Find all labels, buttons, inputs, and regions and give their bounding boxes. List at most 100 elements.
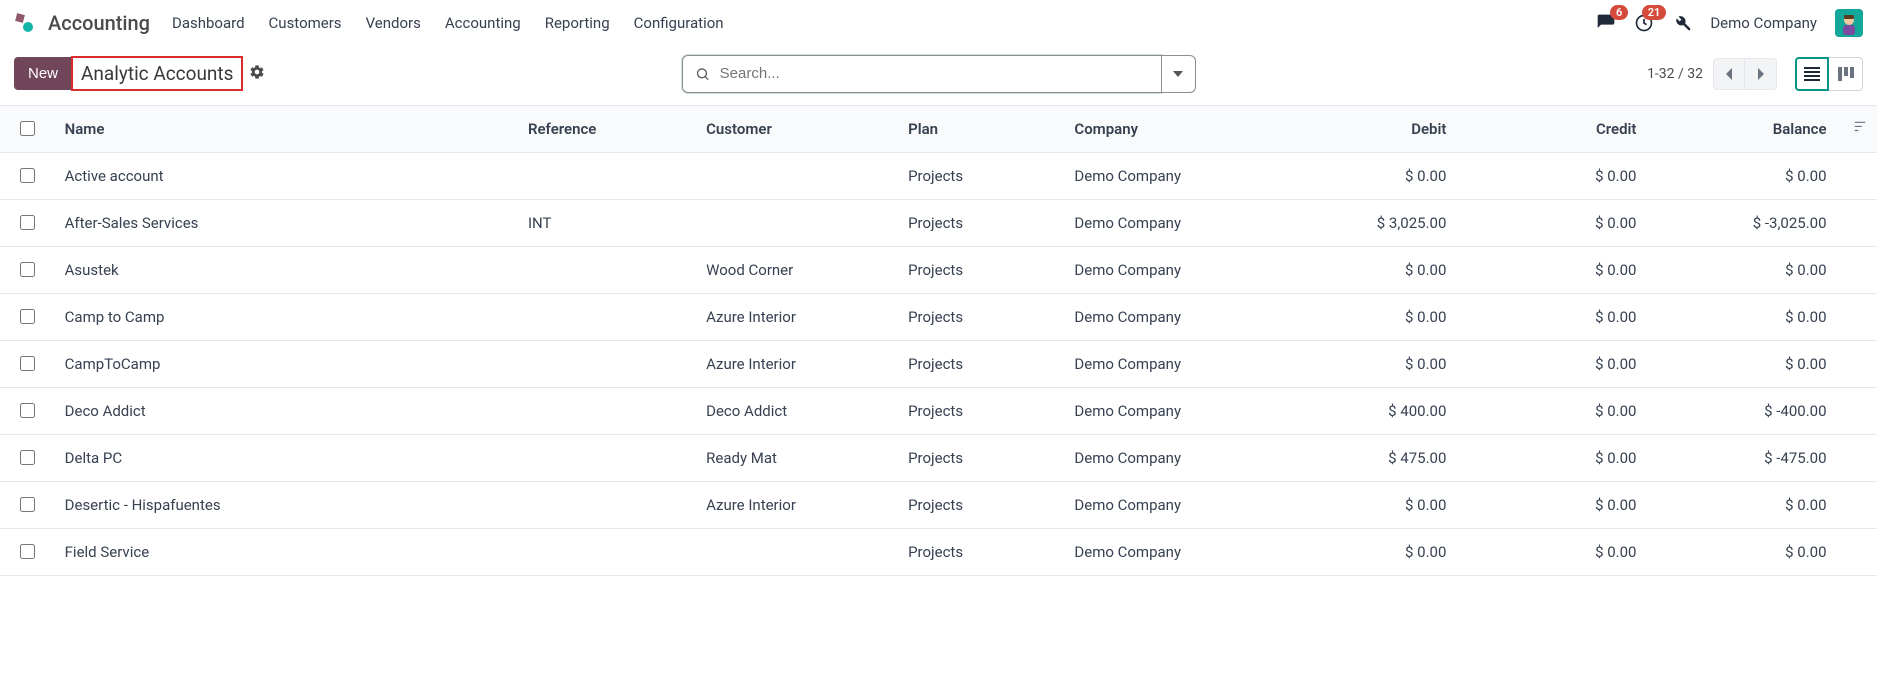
app-name[interactable]: Accounting <box>48 11 150 35</box>
cell-reference <box>518 341 696 388</box>
cell-customer <box>696 153 898 200</box>
cell-balance: $ -3,025.00 <box>1646 200 1836 247</box>
menu-vendors[interactable]: Vendors <box>366 14 421 32</box>
pager-text[interactable]: 1-32 / 32 <box>1647 66 1703 82</box>
cell-reference <box>518 482 696 529</box>
menu-dashboard[interactable]: Dashboard <box>172 14 245 32</box>
menu-accounting[interactable]: Accounting <box>445 14 521 32</box>
table-row[interactable]: After-Sales ServicesINTProjectsDemo Comp… <box>0 200 1877 247</box>
header-plan[interactable]: Plan <box>898 106 1064 153</box>
search-options-button[interactable] <box>1162 55 1196 93</box>
kanban-view-button[interactable] <box>1829 57 1863 91</box>
new-button[interactable]: New <box>14 57 72 90</box>
row-checkbox[interactable] <box>20 262 35 277</box>
header-debit[interactable]: Debit <box>1278 106 1456 153</box>
row-checkbox[interactable] <box>20 168 35 183</box>
header-company[interactable]: Company <box>1064 106 1278 153</box>
row-checkbox[interactable] <box>20 497 35 512</box>
cell-name: Delta PC <box>55 435 518 482</box>
company-selector[interactable]: Demo Company <box>1710 14 1817 32</box>
cell-balance: $ 0.00 <box>1646 529 1836 576</box>
navbar: Accounting Dashboard Customers Vendors A… <box>0 0 1877 46</box>
row-checkbox[interactable] <box>20 356 35 371</box>
table-row[interactable]: CampToCampAzure InteriorProjectsDemo Com… <box>0 341 1877 388</box>
search-input[interactable] <box>718 64 1149 83</box>
table-row[interactable]: Desertic - HispafuentesAzure InteriorPro… <box>0 482 1877 529</box>
select-all-checkbox[interactable] <box>20 121 35 136</box>
cell-company: Demo Company <box>1064 153 1278 200</box>
cell-options <box>1837 153 1877 200</box>
menu-configuration[interactable]: Configuration <box>634 14 724 32</box>
table-row[interactable]: AsustekWood CornerProjectsDemo Company$ … <box>0 247 1877 294</box>
cell-debit: $ 0.00 <box>1278 529 1456 576</box>
cell-credit: $ 0.00 <box>1456 435 1646 482</box>
control-panel: New Analytic Accounts 1-32 / 32 <box>0 46 1877 105</box>
cell-options <box>1837 388 1877 435</box>
view-switcher <box>1795 57 1863 91</box>
table-row[interactable]: Camp to CampAzure InteriorProjectsDemo C… <box>0 294 1877 341</box>
cell-debit: $ 0.00 <box>1278 294 1456 341</box>
table-row[interactable]: Deco AddictDeco AddictProjectsDemo Compa… <box>0 388 1877 435</box>
menu-customers[interactable]: Customers <box>269 14 342 32</box>
table-row[interactable]: Field ServiceProjectsDemo Company$ 0.00$… <box>0 529 1877 576</box>
table-row[interactable]: Active account ProjectsDemo Company $ 0.00… <box>0 153 1877 200</box>
wrench-icon <box>1672 13 1692 33</box>
cell-company: Demo Company <box>1064 247 1278 294</box>
pager-next-button[interactable] <box>1745 58 1777 90</box>
row-checkbox[interactable] <box>20 215 35 230</box>
cell-plan: Projects <box>898 153 1064 200</box>
app-logo[interactable] <box>14 12 36 34</box>
table-header-row: Name Reference Customer Plan Company Deb… <box>0 106 1877 153</box>
cell-customer: Deco Addict <box>696 388 898 435</box>
cell-customer <box>696 529 898 576</box>
row-checkbox[interactable] <box>20 450 35 465</box>
header-balance[interactable]: Balance <box>1646 106 1836 153</box>
cell-debit: $ 0.00 <box>1278 482 1456 529</box>
header-name[interactable]: Name <box>55 106 518 153</box>
caret-down-icon <box>1173 69 1183 79</box>
avatar-icon <box>1835 9 1863 37</box>
cell-name: Field Service <box>55 529 518 576</box>
cell-options <box>1837 200 1877 247</box>
header-options[interactable] <box>1837 106 1877 153</box>
cell-name: CampToCamp <box>55 341 518 388</box>
gear-icon <box>249 64 265 80</box>
search-box[interactable] <box>682 55 1162 93</box>
control-panel-right: 1-32 / 32 <box>1647 57 1863 91</box>
cell-credit: $ 0.00 <box>1456 247 1646 294</box>
row-checkbox[interactable] <box>20 544 35 559</box>
list-view-button[interactable] <box>1795 57 1829 91</box>
cell-customer: Azure Interior <box>696 482 898 529</box>
row-checkbox[interactable] <box>20 403 35 418</box>
tools-button[interactable] <box>1672 13 1692 33</box>
breadcrumb-title[interactable]: Analytic Accounts <box>81 62 233 85</box>
cell-options <box>1837 482 1877 529</box>
view-settings-button[interactable] <box>249 64 265 84</box>
cell-reference <box>518 247 696 294</box>
cell-debit: $ 0.00 <box>1278 341 1456 388</box>
table-row[interactable]: Delta PCReady MatProjectsDemo Company$ 4… <box>0 435 1877 482</box>
cell-credit: $ 0.00 <box>1456 153 1646 200</box>
header-customer[interactable]: Customer <box>696 106 898 153</box>
messages-button[interactable]: 6 <box>1596 13 1616 33</box>
cell-balance: $ 0.00 <box>1646 247 1836 294</box>
search-container <box>682 55 1196 93</box>
cell-reference <box>518 294 696 341</box>
pager-buttons <box>1713 58 1777 90</box>
cell-customer: Azure Interior <box>696 341 898 388</box>
user-avatar[interactable] <box>1835 9 1863 37</box>
messages-badge: 6 <box>1610 5 1628 20</box>
cell-plan: Projects <box>898 200 1064 247</box>
cell-name: Active account <box>55 153 518 200</box>
pager-prev-button[interactable] <box>1713 58 1745 90</box>
activities-button[interactable]: 21 <box>1634 13 1654 33</box>
row-checkbox[interactable] <box>20 309 35 324</box>
menu-reporting[interactable]: Reporting <box>545 14 610 32</box>
cell-customer: Ready Mat <box>696 435 898 482</box>
cell-name: Camp to Camp <box>55 294 518 341</box>
cell-name: Asustek <box>55 247 518 294</box>
cell-balance: $ 0.00 <box>1646 341 1836 388</box>
header-credit[interactable]: Credit <box>1456 106 1646 153</box>
header-reference[interactable]: Reference <box>518 106 696 153</box>
cell-customer: Azure Interior <box>696 294 898 341</box>
